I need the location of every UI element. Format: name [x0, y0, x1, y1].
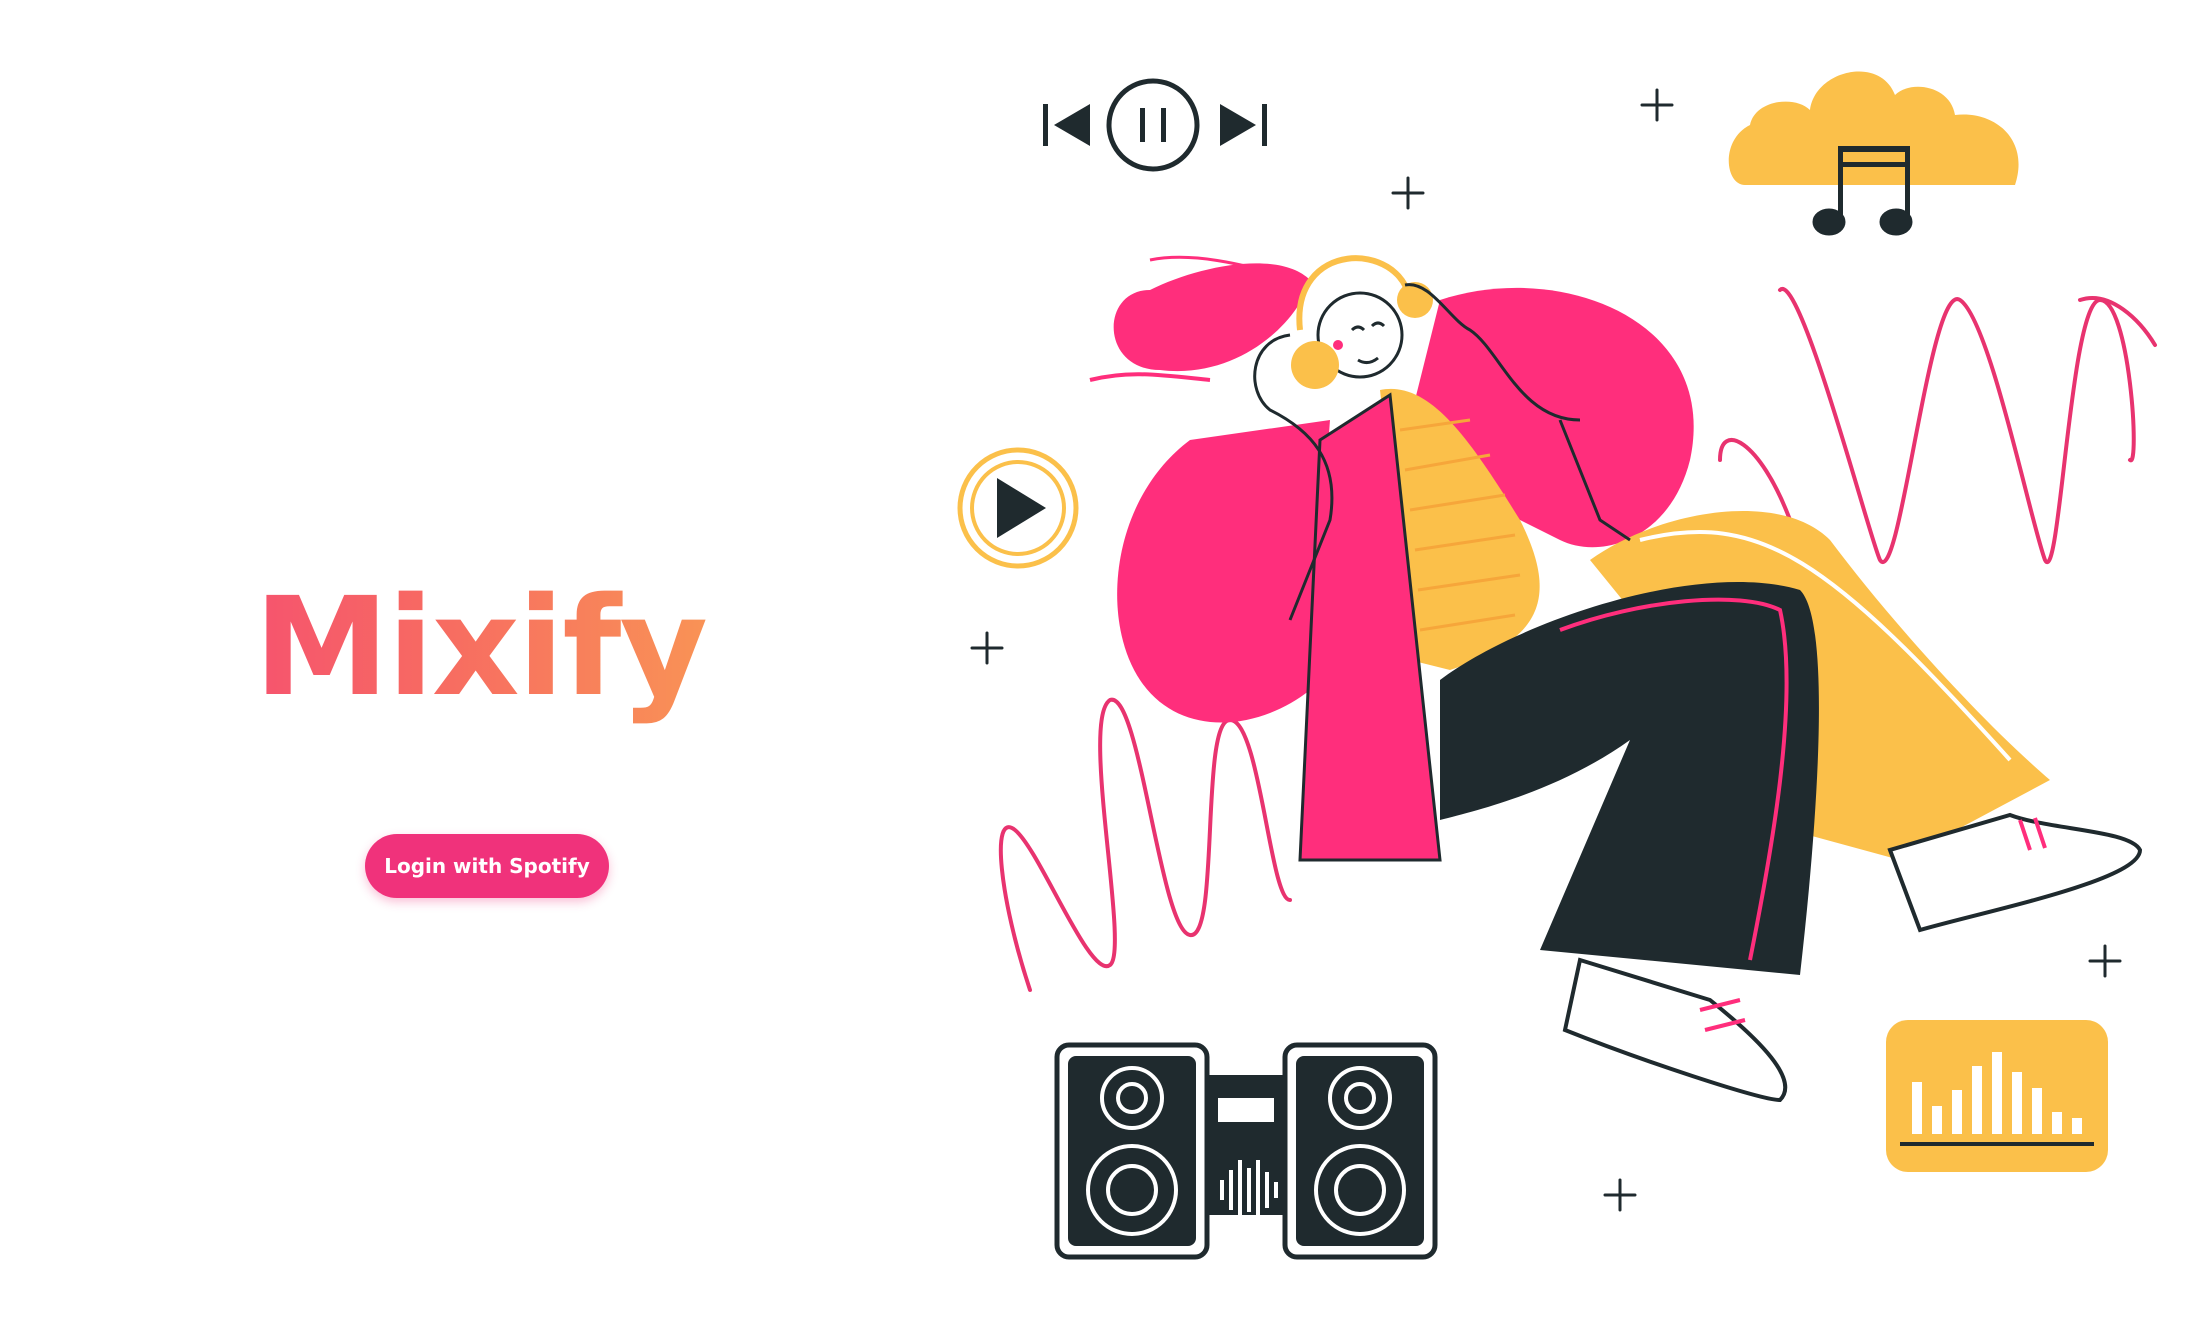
- skip-previous-icon: [1043, 104, 1090, 146]
- music-listener-illustration: [957, 71, 2157, 1260]
- play-icon: [957, 447, 1079, 569]
- stereo-speaker-icon: [1054, 1042, 1438, 1260]
- playback-controls: [1043, 78, 1267, 172]
- music-cloud-icon: [1728, 71, 2019, 236]
- listener-character: [1089, 255, 2143, 1103]
- hero-panel: Mixify Login with Spotify: [0, 0, 960, 1325]
- app-logo-title: Mixify: [0, 568, 960, 728]
- equalizer-icon: [1886, 1020, 2108, 1172]
- login-with-spotify-button[interactable]: Login with Spotify: [365, 834, 609, 898]
- pause-icon: [1106, 78, 1200, 172]
- landing-page: Mixify Login with Spotify: [0, 0, 2200, 1325]
- skip-next-icon: [1220, 104, 1267, 146]
